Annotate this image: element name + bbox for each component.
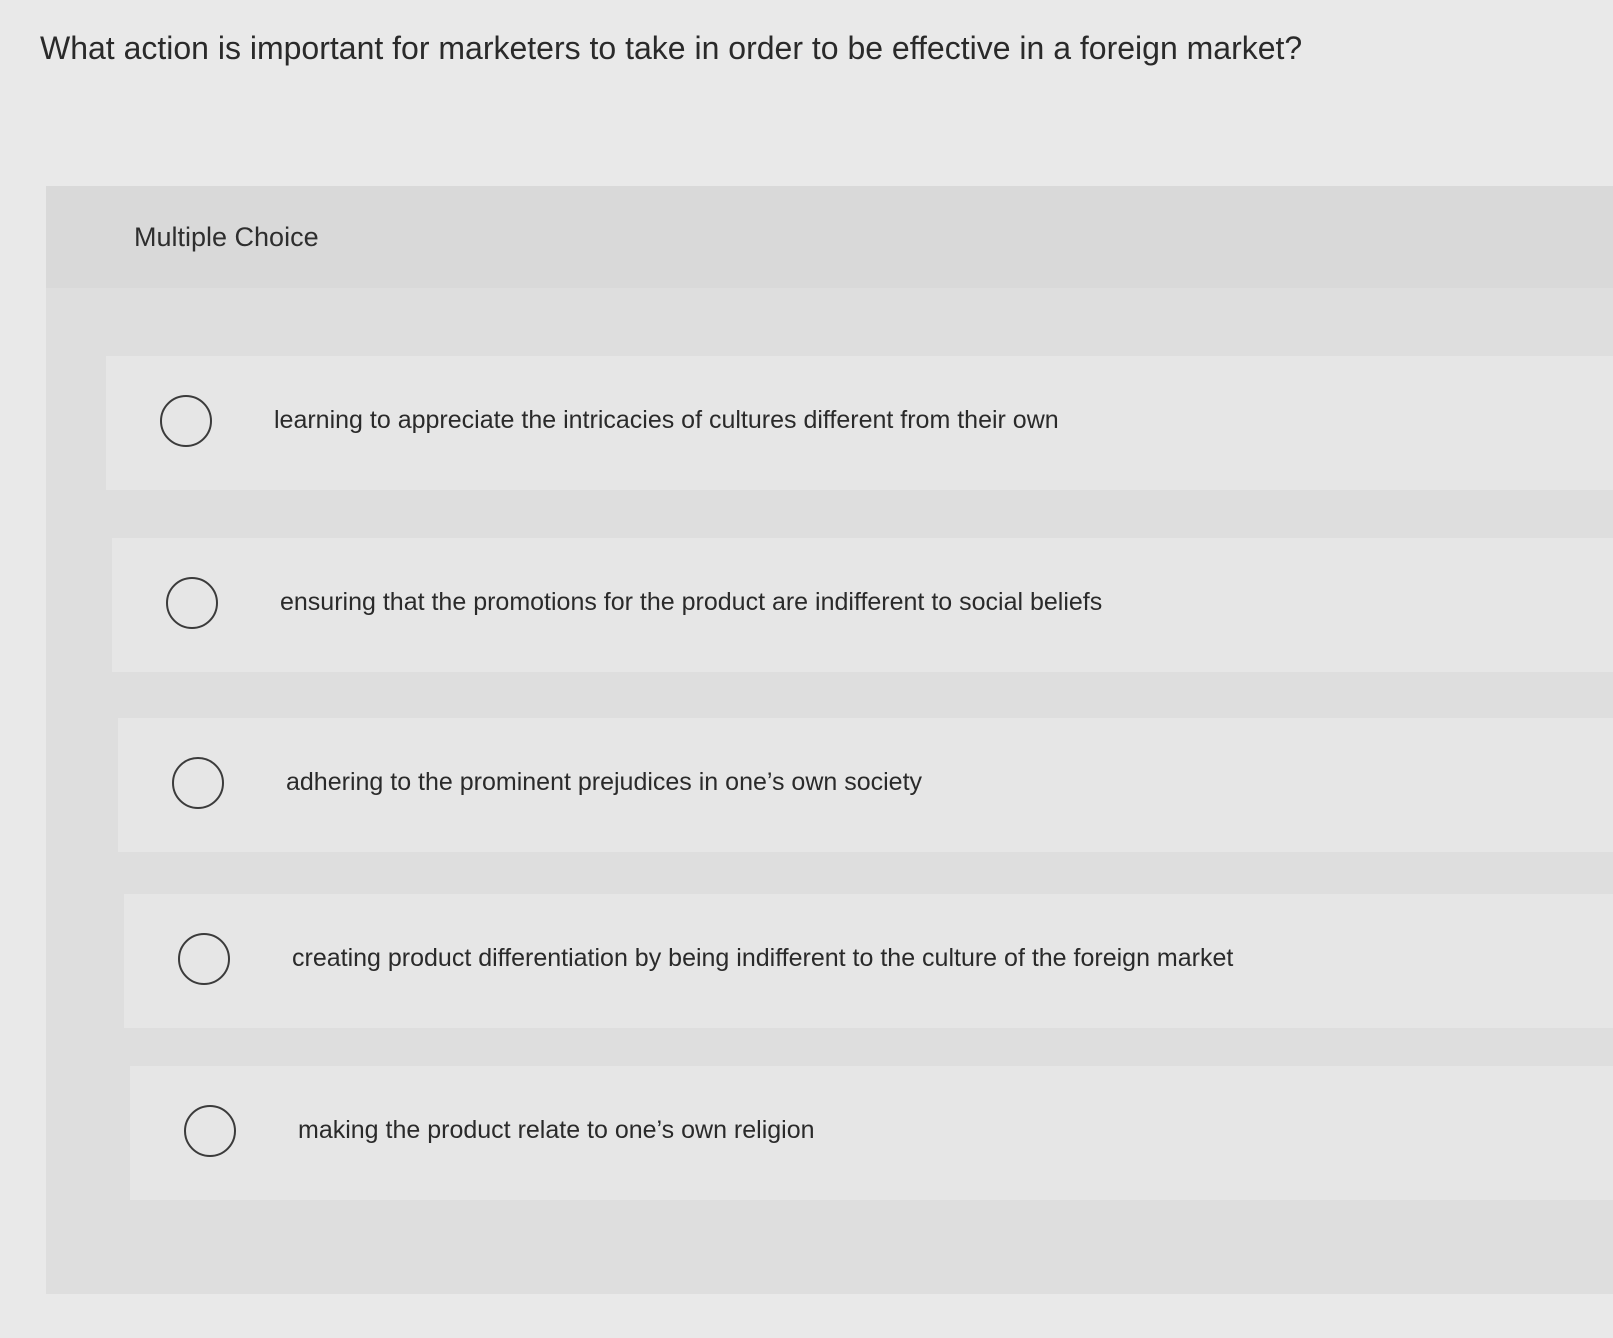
choice-label: making the product relate to one’s own r… bbox=[298, 1116, 815, 1144]
choice-option-5[interactable]: making the product relate to one’s own r… bbox=[130, 1066, 1613, 1200]
radio-button-icon[interactable] bbox=[172, 757, 224, 809]
choice-option-3[interactable]: adhering to the prominent prejudices in … bbox=[118, 718, 1613, 852]
choice-label: adhering to the prominent prejudices in … bbox=[286, 768, 923, 796]
panel-title: Multiple Choice bbox=[134, 222, 319, 252]
panel-header: Multiple Choice bbox=[46, 186, 1613, 288]
choice-label: ensuring that the promotions for the pro… bbox=[280, 588, 1103, 616]
question-text: What action is important for marketers t… bbox=[40, 30, 1303, 66]
choice-label: creating product differentiation by bein… bbox=[292, 944, 1234, 972]
choice-option-2[interactable]: ensuring that the promotions for the pro… bbox=[112, 538, 1613, 672]
choice-option-4[interactable]: creating product differentiation by bein… bbox=[124, 894, 1613, 1028]
choice-label: learning to appreciate the intricacies o… bbox=[274, 406, 1059, 434]
radio-button-icon[interactable] bbox=[178, 933, 230, 985]
radio-button-icon[interactable] bbox=[184, 1105, 236, 1157]
radio-button-icon[interactable] bbox=[160, 395, 212, 447]
multiple-choice-panel: Multiple Choice learning to appreciate t… bbox=[46, 186, 1613, 1294]
radio-button-icon[interactable] bbox=[166, 577, 218, 629]
choice-option-1[interactable]: learning to appreciate the intricacies o… bbox=[106, 356, 1613, 490]
